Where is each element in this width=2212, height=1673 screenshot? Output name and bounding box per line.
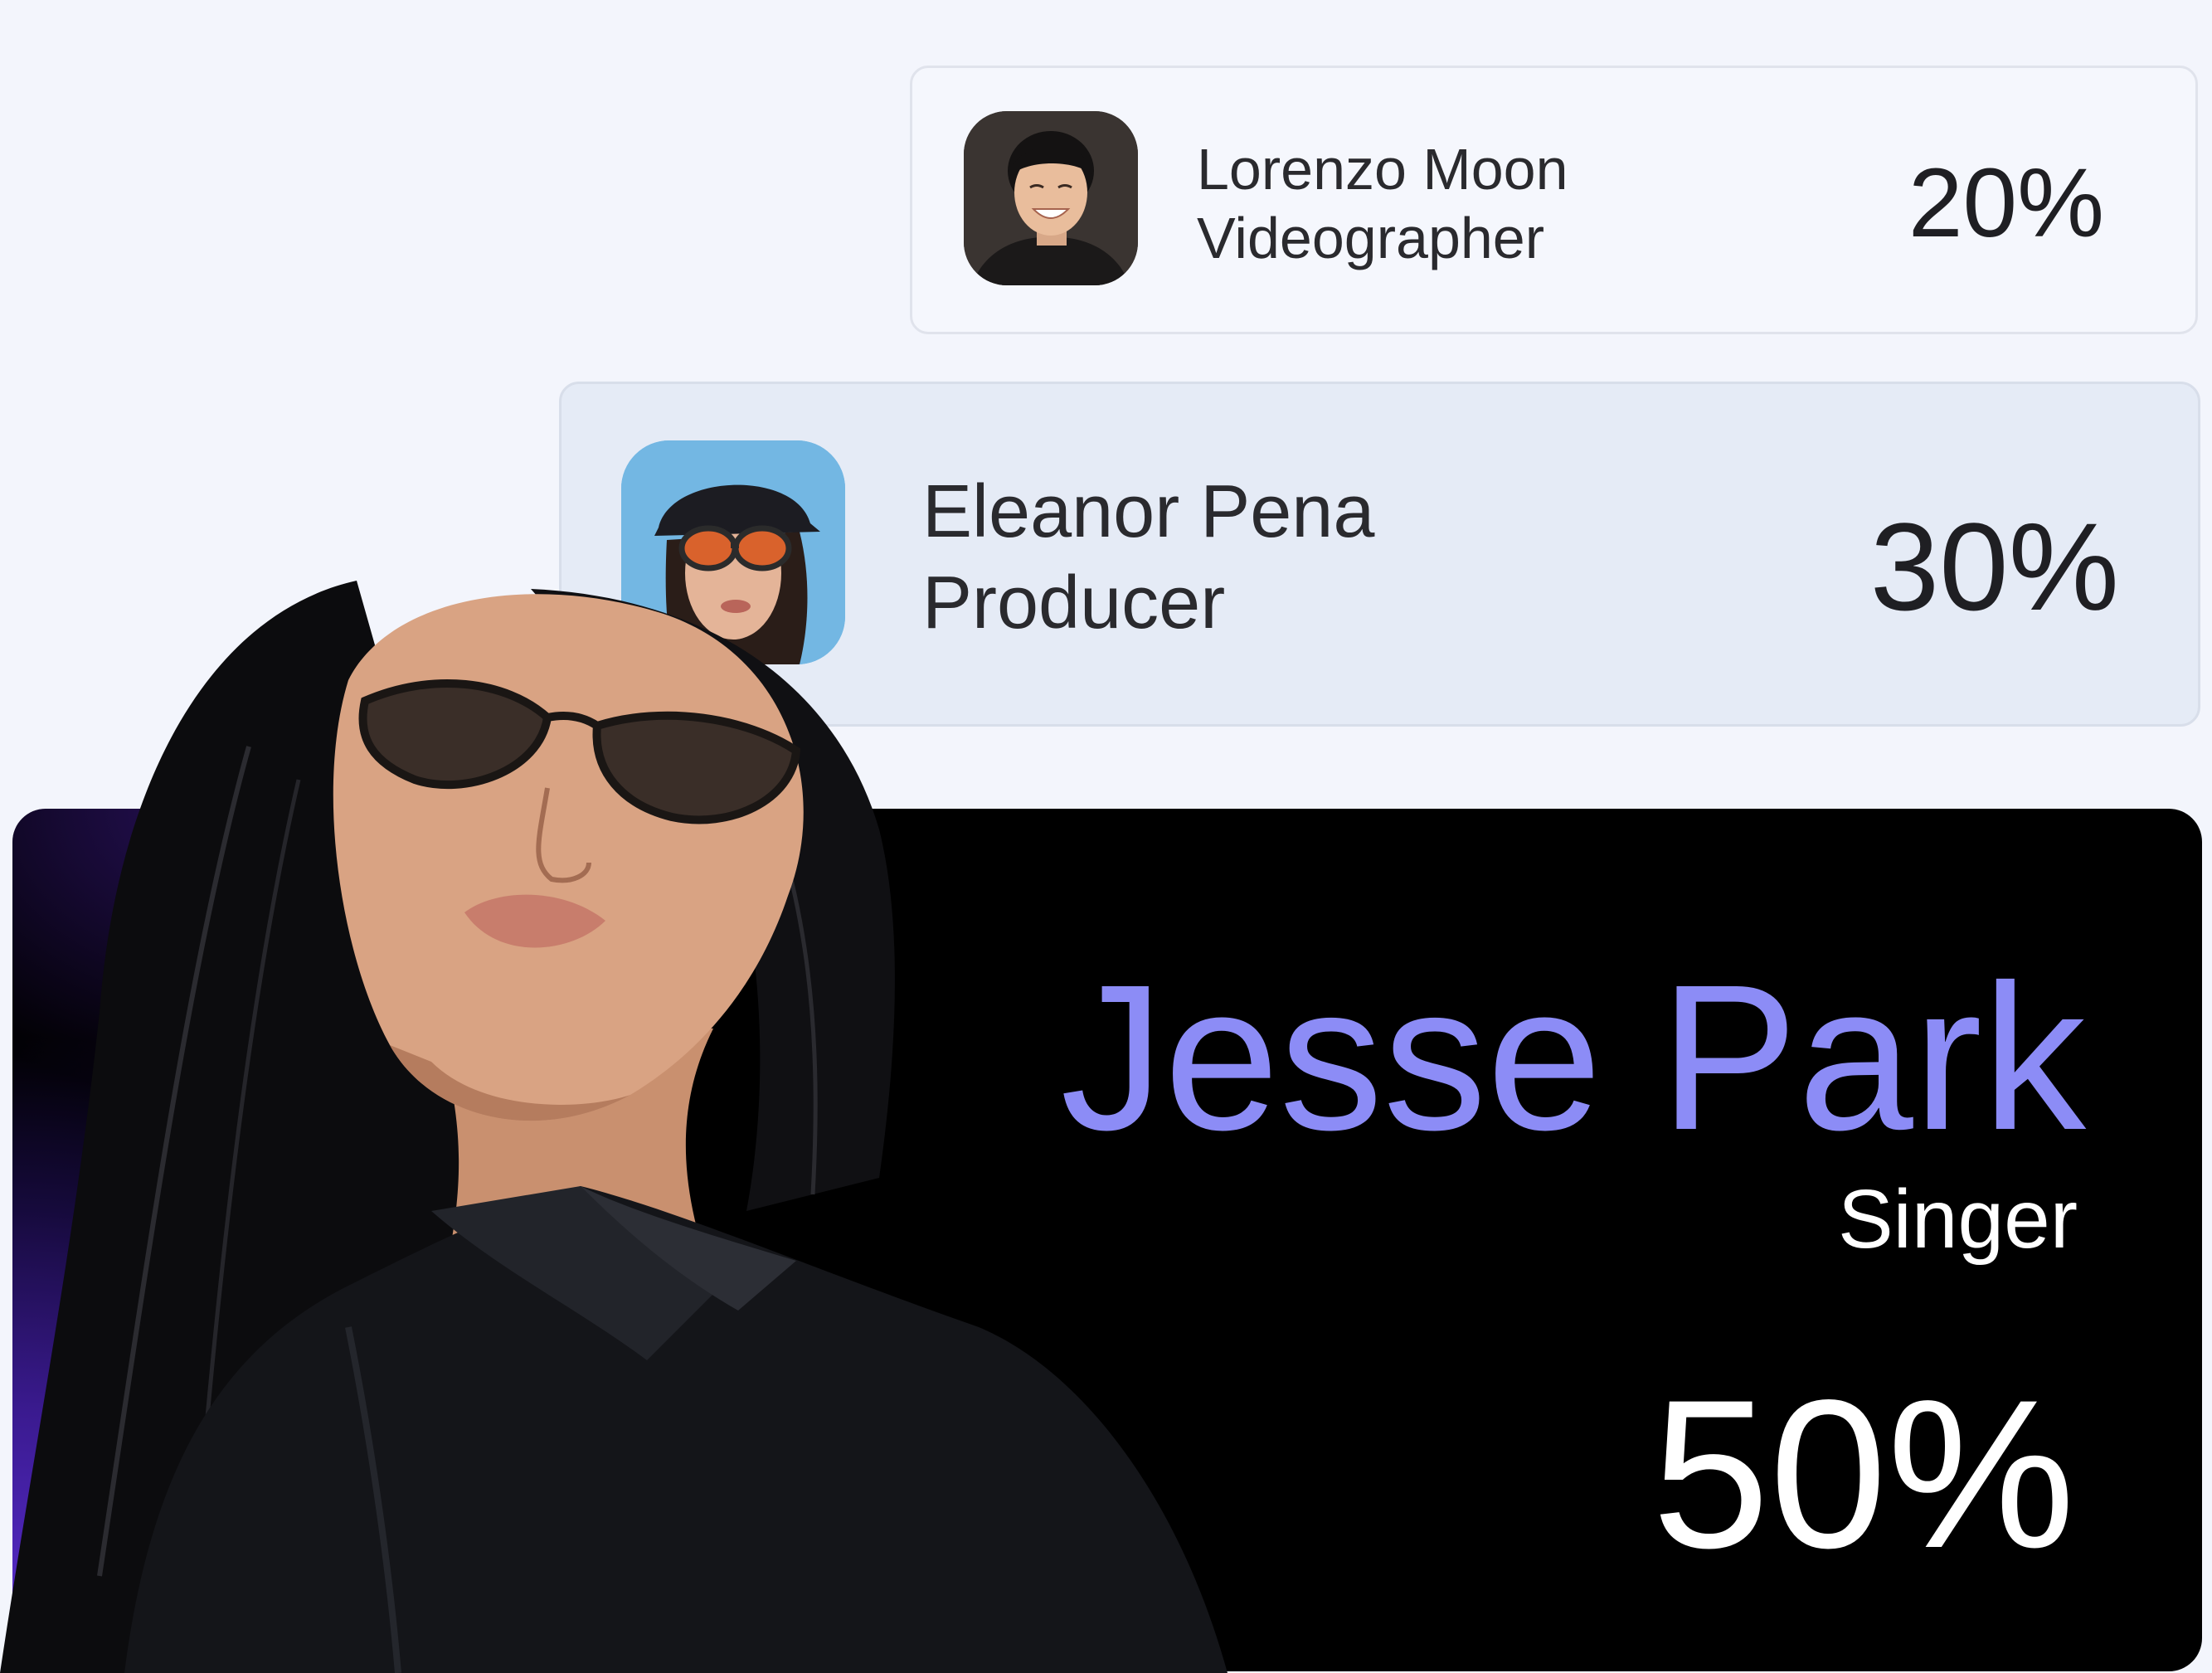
collaborator-share: 20% <box>1908 148 2104 258</box>
collaborator-share: 30% <box>1869 497 2119 636</box>
person-avatar-icon <box>964 111 1138 285</box>
portrait-photo <box>0 581 1228 1673</box>
collaborator-name: Lorenzo Moon <box>1197 137 1568 202</box>
collaborator-role: Videographer <box>1197 206 1545 270</box>
featured-role: Singer <box>1837 1173 2078 1266</box>
featured-name: Jesse Park <box>1060 941 2086 1173</box>
featured-share: 50% <box>1651 1356 2075 1593</box>
collaborator-card-lorenzo[interactable]: Lorenzo Moon Videographer 20% <box>910 66 2198 334</box>
collaborator-name: Eleanor Pena <box>922 470 1375 553</box>
avatar <box>964 111 1138 285</box>
